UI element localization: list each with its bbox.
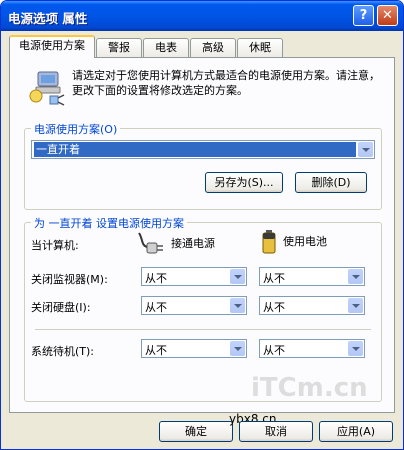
battery-power-label: 使用电池: [283, 235, 327, 248]
tab-advanced[interactable]: 高级: [190, 38, 236, 57]
tab-panel: 请选定对于您使用计算机方式最适合的电源使用方案。请注意，更改下面的设置将修改选定…: [9, 57, 395, 413]
hard-disk-ac-value: 从不: [145, 301, 167, 314]
help-button[interactable]: ?: [353, 5, 374, 26]
hard-disk-ac-select[interactable]: 从不: [141, 296, 247, 315]
hard-disk-battery-select[interactable]: 从不: [259, 296, 365, 315]
chevron-down-icon[interactable]: [348, 341, 363, 356]
standby-ac-select[interactable]: 从不: [141, 339, 247, 358]
chevron-down-icon[interactable]: [348, 269, 363, 284]
tab-power-schemes[interactable]: 电源使用方案: [9, 35, 95, 58]
apply-button[interactable]: 应用(A): [319, 421, 393, 442]
monitor-ac-select[interactable]: 从不: [141, 267, 247, 286]
power-scheme-icon: [29, 71, 65, 106]
chevron-down-icon[interactable]: [230, 269, 245, 284]
dialog-window: 电源选项 属性 ? ✕ 电源使用方案 警报 电表 高级 休眠 请选定对于您使用计…: [0, 0, 404, 450]
close-button[interactable]: ✕: [377, 5, 398, 26]
chevron-down-icon[interactable]: [230, 298, 245, 313]
standby-battery-select[interactable]: 从不: [259, 339, 365, 358]
watermark-brand: iTCm.cn: [251, 373, 368, 403]
ac-power-label: 接通电源: [171, 237, 215, 250]
tab-power-meter[interactable]: 电表: [143, 38, 189, 57]
title-bar[interactable]: 电源选项 属性 ? ✕: [1, 1, 403, 31]
power-scheme-group: 电源使用方案(O) 一直开着 另存为(S)... 删除(D): [24, 121, 382, 210]
hard-disk-battery-value: 从不: [263, 301, 285, 314]
tab-hibernate[interactable]: 休眠: [237, 38, 283, 57]
power-scheme-select-value: 一直开着: [34, 142, 356, 157]
cancel-button[interactable]: 取消: [239, 421, 313, 442]
battery-icon: [262, 230, 276, 254]
monitor-battery-value: 从不: [263, 272, 285, 285]
delete-button[interactable]: 删除(D): [295, 172, 367, 193]
when-computer-label: 当计算机:: [31, 239, 79, 252]
chevron-down-icon[interactable]: [348, 298, 363, 313]
chevron-down-icon[interactable]: [230, 341, 245, 356]
standby-ac-value: 从不: [145, 344, 167, 357]
chevron-down-icon[interactable]: [358, 142, 373, 157]
tab-alarms[interactable]: 警报: [96, 38, 142, 57]
intro-text: 请选定对于您使用计算机方式最适合的电源使用方案。请注意，更改下面的设置将修改选定…: [72, 69, 380, 97]
ok-button[interactable]: 确定: [159, 421, 233, 442]
standby-battery-value: 从不: [263, 344, 285, 357]
turn-off-hard-disk-label: 关闭硬盘(I):: [31, 301, 91, 314]
power-scheme-group-label: 电源使用方案(O): [31, 121, 121, 137]
turn-off-monitor-label: 关闭监视器(M):: [31, 273, 108, 286]
power-scheme-select[interactable]: 一直开着: [31, 140, 375, 159]
monitor-ac-value: 从不: [145, 272, 167, 285]
monitor-battery-select[interactable]: 从不: [259, 267, 365, 286]
ac-plug-icon: [138, 232, 163, 254]
system-standby-label: 系统待机(T):: [31, 345, 95, 358]
window-title: 电源选项 属性: [8, 11, 88, 26]
save-as-button[interactable]: 另存为(S)...: [205, 172, 283, 193]
divider: [35, 329, 371, 330]
